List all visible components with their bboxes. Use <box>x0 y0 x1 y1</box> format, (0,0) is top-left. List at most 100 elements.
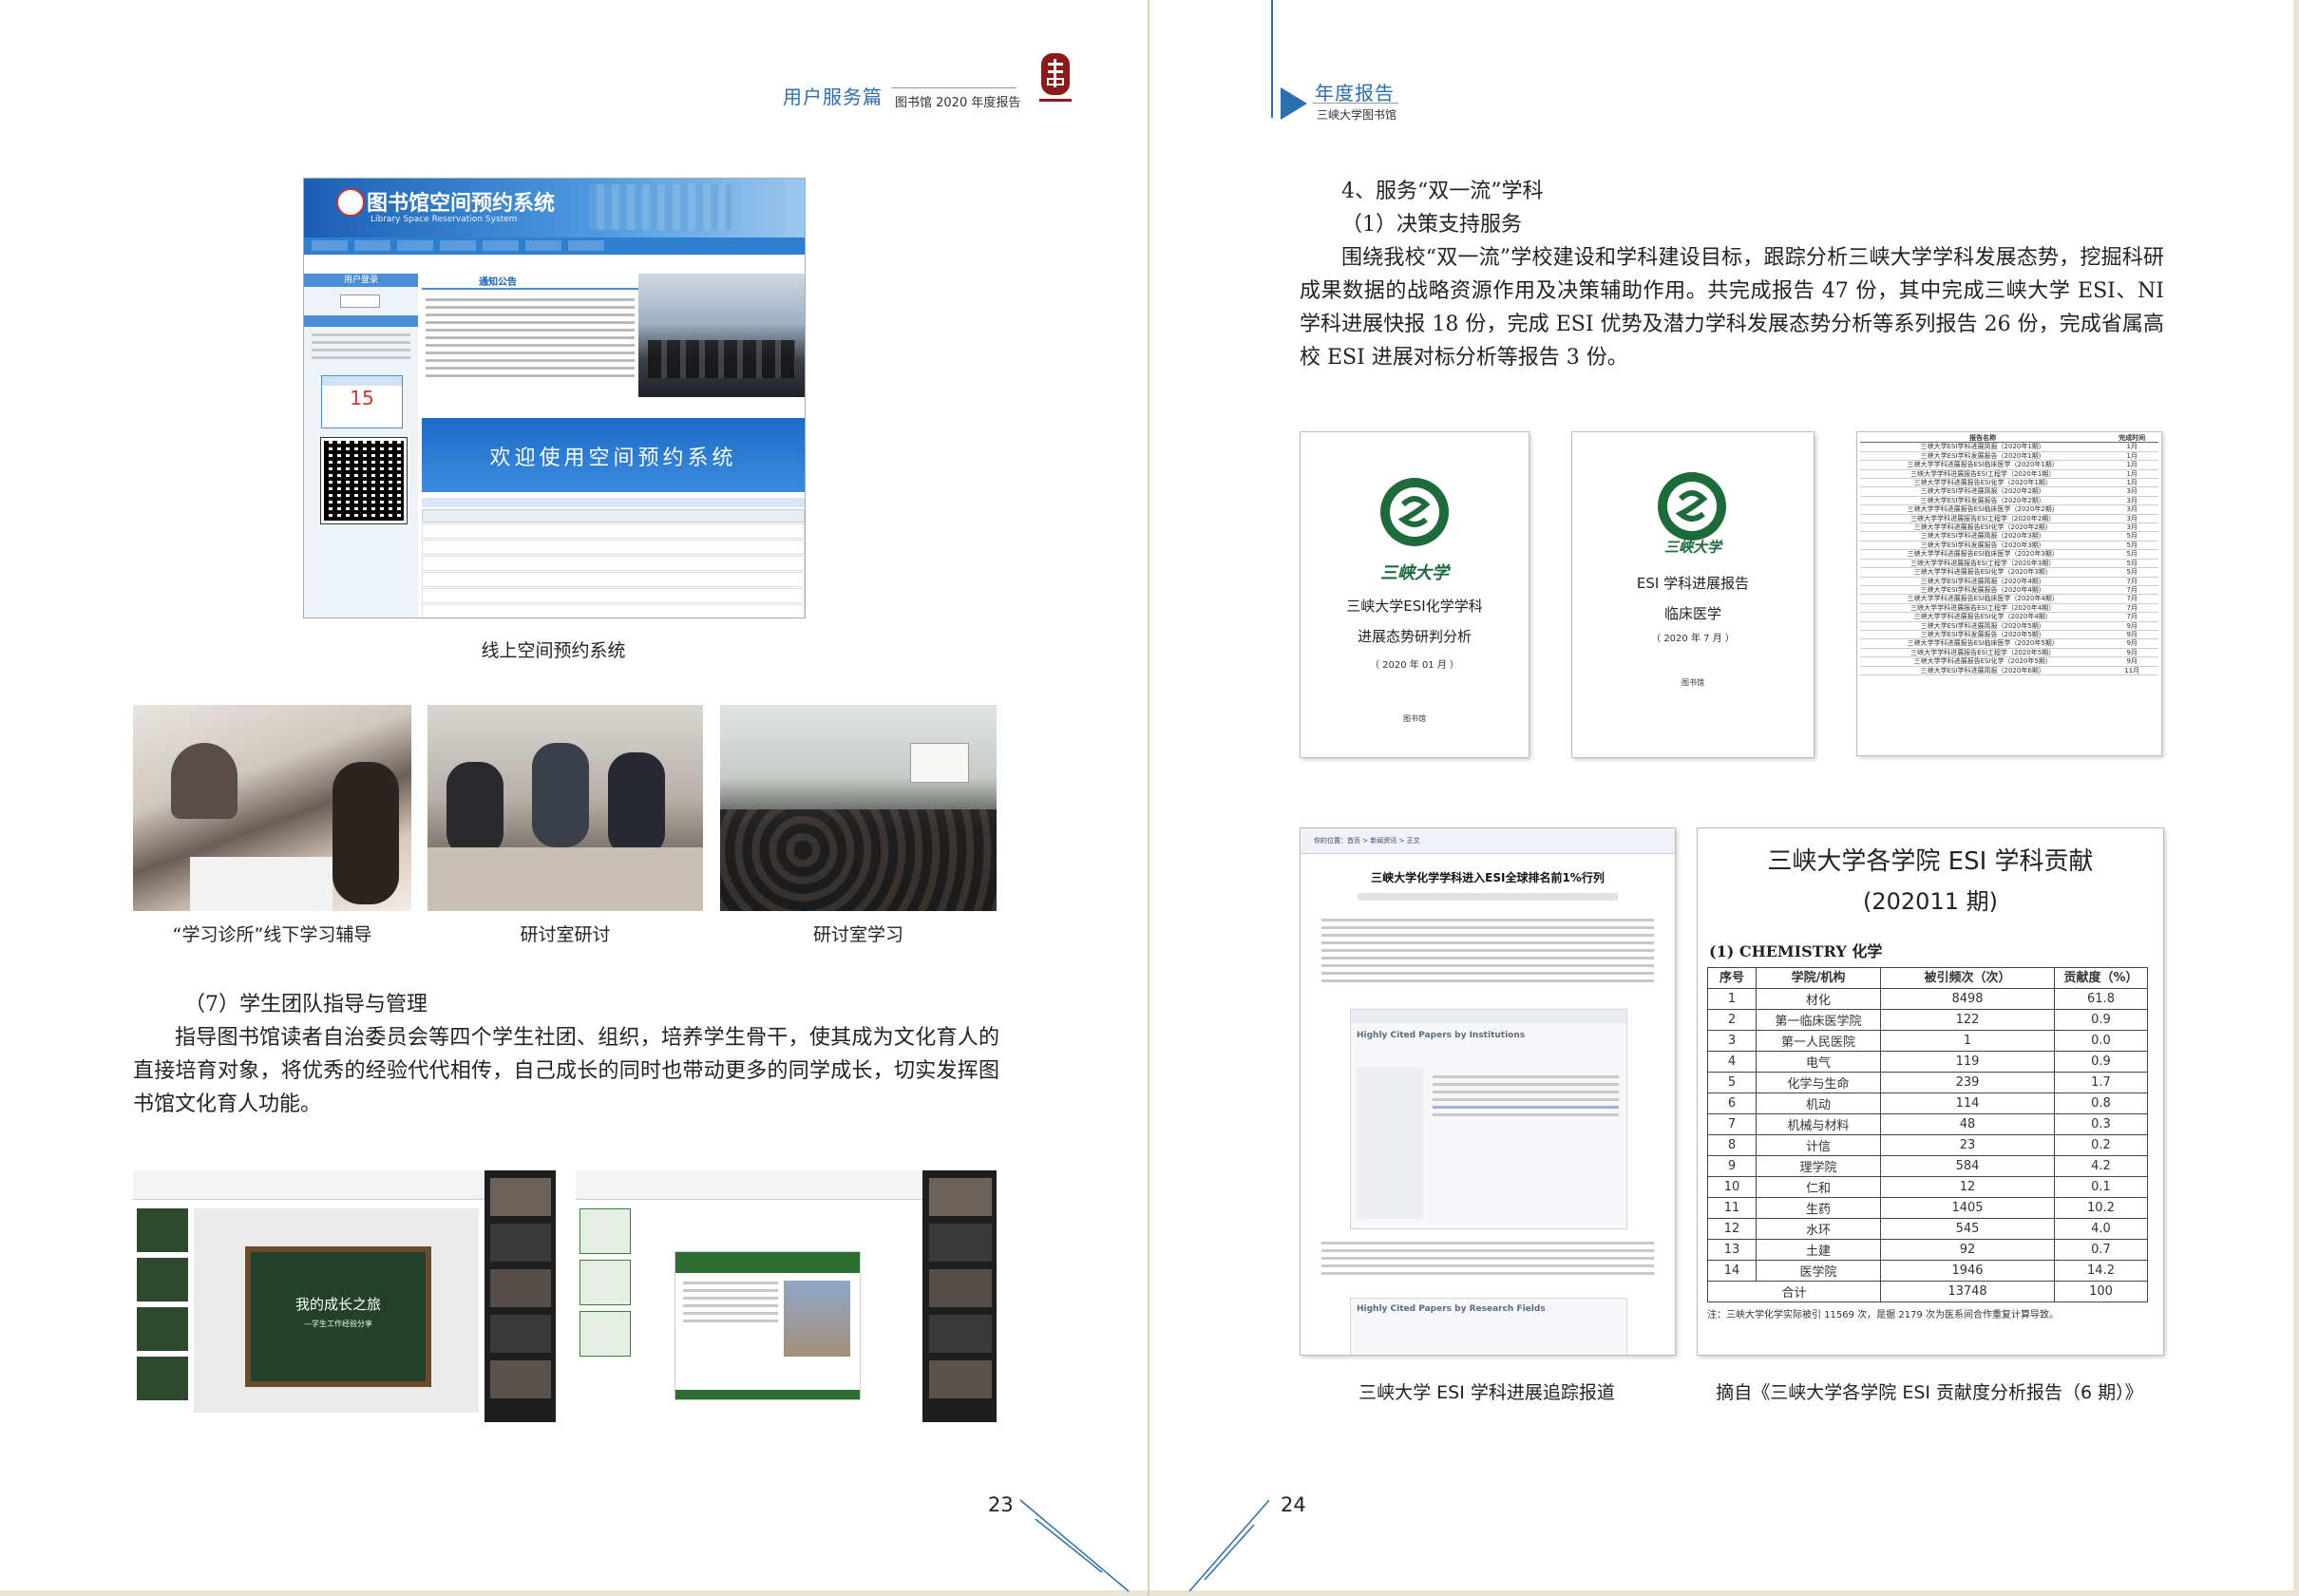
esi-cell-no: 5 <box>1707 1072 1757 1093</box>
esi-cell-citations: 239 <box>1880 1072 2055 1093</box>
esi-cell-contribution: 0.9 <box>2054 1009 2148 1031</box>
slide-title: 我的成长之旅 <box>294 1296 381 1313</box>
report-month: 9月 <box>2126 639 2138 648</box>
report-list-row: 三峡大学学科进展报告ESI化学（2020年3期） 5月 <box>1860 568 2158 578</box>
login-button[interactable] <box>340 294 380 308</box>
report-name: 三峡大学学科进展报告ESI临床医学（2020年3期） <box>1907 550 2059 559</box>
esi-cell-college: 机动 <box>1756 1092 1881 1114</box>
esi-header-no: 序号 <box>1707 967 1757 989</box>
report-name: 三峡大学ESI学科发展报告（2020年4期） <box>1920 585 2045 594</box>
header-rule <box>891 87 1016 88</box>
section4-paragraph: 围绕我校“双一流”学校建设和学科建设目标，跟踪分析三峡大学学科发展态势，挖掘科研… <box>1300 246 2164 370</box>
esi-cell-no: 6 <box>1707 1092 1757 1114</box>
report-name: 三峡大学学科进展报告ESI临床医学（2020年1期） <box>1907 461 2059 469</box>
report-month: 1月 <box>2126 479 2138 487</box>
page-number-left: 23 <box>988 1493 1014 1516</box>
hcp-title: Highly Cited Papers by Institutions <box>1357 1031 1526 1040</box>
esi-total-label: 合计 <box>1707 1281 1881 1302</box>
esi-report-caption: 摘自《三峡大学各学院 ESI 贡献度分析报告（6 期）》 <box>1716 1382 2143 1403</box>
report-month: 3月 <box>2126 514 2138 522</box>
esi-cell-college: 理学院 <box>1756 1155 1881 1177</box>
photo3-caption: 研讨室学习 <box>812 924 903 945</box>
photo1-caption: “学习诊所”线下学习辅导 <box>172 924 372 945</box>
seminar-room-discussion-photo <box>428 705 703 911</box>
report-list-row: 三峡大学ESI学科发展报告（2020年4期） 7月 <box>1860 585 2158 596</box>
esi-cell-contribution: 0.1 <box>2054 1176 2148 1198</box>
report-list-row: 三峡大学学科进展报告ESI临床医学（2020年3期） 5月 <box>1860 550 2158 560</box>
esi-header-citations: 被引频次（次） <box>1880 967 2055 989</box>
esi-cell-no: 1 <box>1707 988 1757 1010</box>
esi-cell-no: 7 <box>1707 1113 1757 1135</box>
report-month: 5月 <box>2126 550 2138 559</box>
esi-cell-no: 9 <box>1707 1155 1757 1177</box>
reservation-system-screenshot: 图书馆空间预约系统 Library Space Reservation Syst… <box>303 178 806 618</box>
welcome-banner: 欢迎使用空间预约系统 <box>422 418 805 492</box>
spine-divider <box>1148 0 1150 1596</box>
system-title: 图书馆空间预约系统 <box>367 192 556 216</box>
esi-cell-contribution: 4.2 <box>2054 1155 2148 1177</box>
library-seal-logo <box>1039 49 1072 106</box>
reservation-table <box>422 498 805 618</box>
report-month: 7月 <box>2126 595 2138 603</box>
report-list-row: 三峡大学学科进展报告ESI工程学（2020年1期） 1月 <box>1860 469 2158 480</box>
page-number-right: 24 <box>1281 1493 1306 1516</box>
system-nav-bar[interactable] <box>304 238 805 255</box>
esi-table-row: 9 理学院 584 4.2 <box>1707 1155 2148 1177</box>
report-month: 3月 <box>2126 496 2138 504</box>
report-month: 9月 <box>2126 657 2138 666</box>
section4-subheading: （1）决策支持服务 <box>1341 213 1522 237</box>
esi-table-period: (202011 期) <box>1863 888 1998 915</box>
slide-subtitle: —学生工作经验分享 <box>304 1320 372 1328</box>
report-list-col2: 完成时间 <box>2118 434 2146 442</box>
esi-cell-no: 2 <box>1707 1009 1757 1031</box>
esi-cell-no: 10 <box>1707 1176 1757 1198</box>
report-name: 三峡大学ESI学科发展报告（2020年3期） <box>1920 541 2045 549</box>
cover1-date: （ 2020 年 01 月 ） <box>1369 660 1460 671</box>
report-list-row: 三峡大学ESI学科进展简报（2020年1期） 1月 <box>1860 443 2158 452</box>
report-name: 三峡大学学科进展报告ESI临床医学（2020年4期） <box>1907 595 2059 603</box>
online-meeting-screenshot-1: 我的成长之旅 —学生工作经验分享 <box>133 1170 556 1422</box>
report-list-row: 三峡大学学科进展报告ESI工程学（2020年3期） 5月 <box>1860 560 2158 569</box>
report-month: 7月 <box>2126 577 2138 585</box>
report-name: 三峡大学ESI学科发展报告（2020年2期） <box>1920 496 2045 504</box>
esi-cell-contribution: 0.8 <box>2054 1092 2148 1114</box>
page-right-edge <box>2293 0 2299 1596</box>
study-room-photo <box>638 274 805 397</box>
esi-cell-college: 第一人民医院 <box>1756 1030 1881 1052</box>
esi-table-row: 14 医学院 1946 14.2 <box>1707 1260 2148 1282</box>
esi-cell-contribution: 0.9 <box>2054 1051 2148 1073</box>
esi-cell-college: 电气 <box>1756 1051 1881 1073</box>
report-list-row: 三峡大学学科进展报告ESI工程学（2020年2期） 3月 <box>1860 514 2158 524</box>
esi-cell-college: 化学与生命 <box>1756 1072 1881 1093</box>
report-list-row: 三峡大学ESI学科发展报告（2020年3期） 5月 <box>1860 541 2158 551</box>
report-month: 9月 <box>2126 630 2138 638</box>
esi-table-row: 5 化学与生命 239 1.7 <box>1707 1072 2148 1093</box>
report-month: 5月 <box>2126 541 2138 549</box>
esi-cell-contribution: 1.7 <box>2054 1072 2148 1093</box>
cover2-date: （ 2020 年 7 月 ） <box>1651 634 1735 644</box>
report-list-row: 三峡大学学科进展报告ESI临床医学（2020年5期） 9月 <box>1860 639 2158 649</box>
esi-cell-college: 计信 <box>1756 1134 1881 1156</box>
left-header-subtitle: 图书馆 2020 年度报告 <box>895 96 1021 110</box>
calendar-day: 15 <box>350 387 374 409</box>
calendar-widget: 15 <box>321 375 403 428</box>
report-list-row: 三峡大学学科进展报告ESI临床医学（2020年1期） 1月 <box>1860 461 2158 470</box>
esi-cell-citations: 114 <box>1880 1092 2055 1114</box>
esi-cell-college: 第一临床医学院 <box>1756 1009 1881 1031</box>
report-list-row: 三峡大学ESI学科进展简报（2020年6期） 11月 <box>1860 667 2158 675</box>
university-slide <box>674 1251 861 1400</box>
report-name: 三峡大学学科进展报告ESI工程学（2020年1期） <box>1910 469 2056 478</box>
esi-contribution-table: 序号 学院/机构 被引频次（次） 贡献度（%） 1 材化 8498 61.8 2 第一临床… <box>1707 967 2148 1302</box>
photo2-caption: 研讨室研讨 <box>520 924 611 945</box>
report-month: 1月 <box>2126 443 2138 451</box>
section7-heading: （7）学生团队指导与管理 <box>184 993 428 1016</box>
esi-cell-contribution: 0.2 <box>2054 1134 2148 1156</box>
esi-cell-citations: 23 <box>1880 1134 2055 1156</box>
report-cover-clinical-medicine: 三峡大学 ESI 学科进展报告 临床医学 （ 2020 年 7 月 ） 图书馆 <box>1571 431 1814 758</box>
esi-cell-citations: 1 <box>1880 1030 2055 1052</box>
report-name: 三峡大学ESI学科进展简报（2020年3期） <box>1920 532 2045 541</box>
report-month: 7月 <box>2126 585 2138 594</box>
page-corner-lines-left <box>1019 1499 1130 1592</box>
esi-table-subject: (1) CHEMISTRY 化学 <box>1709 942 1883 960</box>
report-month: 7月 <box>2126 613 2138 621</box>
